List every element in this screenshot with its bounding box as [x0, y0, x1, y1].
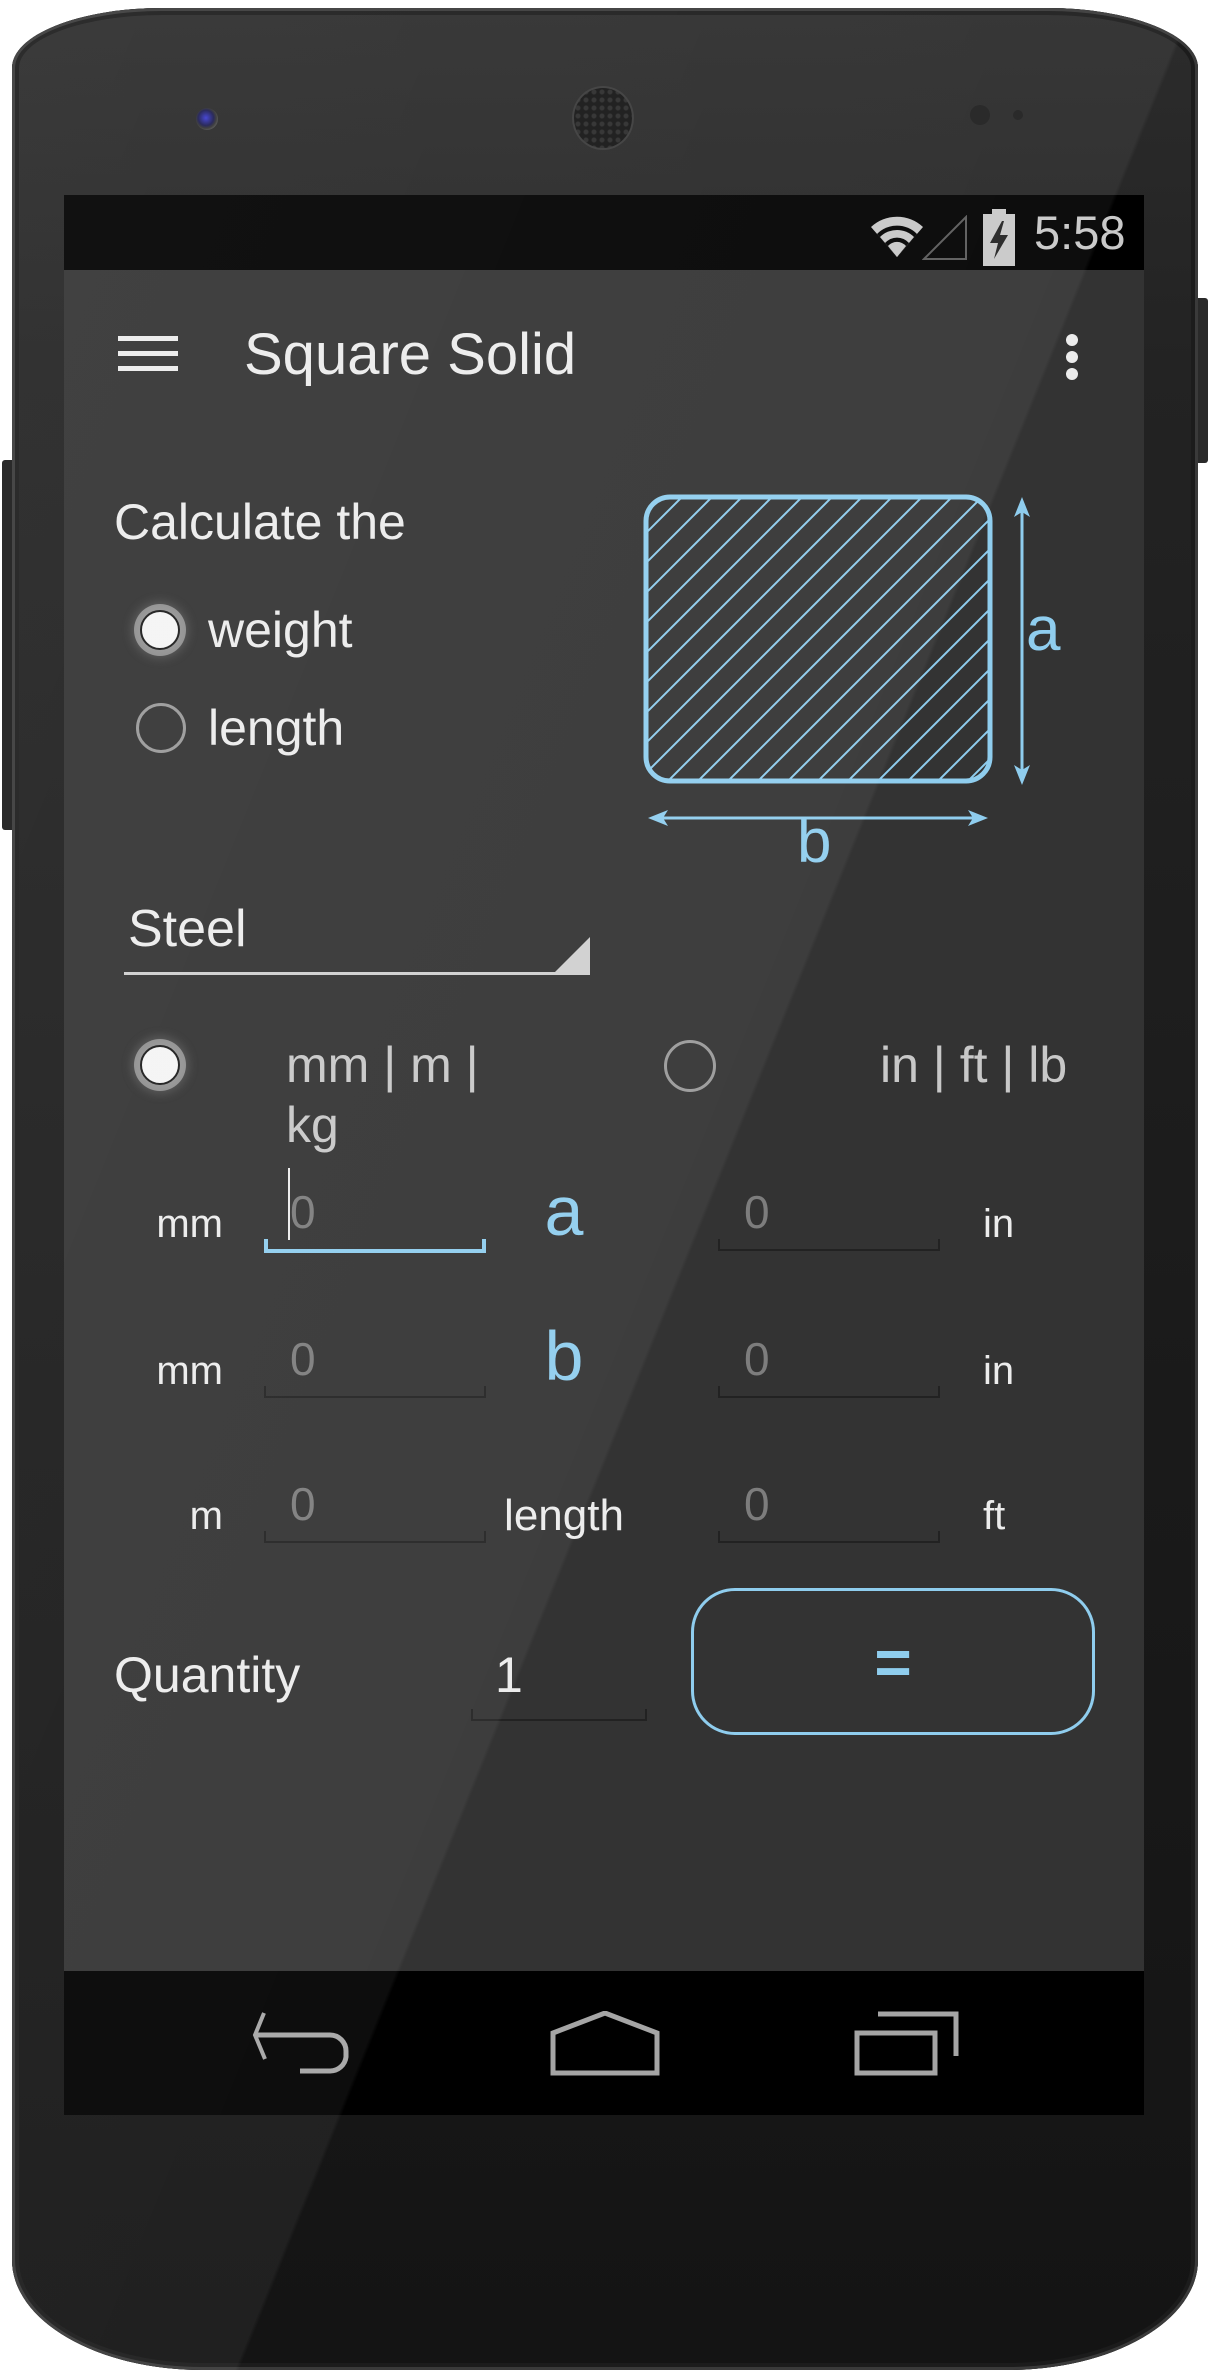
calculate-heading: Calculate the: [114, 494, 406, 550]
dimension-a-metric-input[interactable]: 0: [264, 1168, 486, 1255]
input-underline: [264, 1531, 486, 1543]
dimension-symbol: b: [544, 1317, 584, 1395]
dimension-b-imperial-input[interactable]: 0: [718, 1322, 940, 1402]
radio-imperial-label: in | ft | lb: [880, 1037, 1068, 1093]
dimension-symbol: a: [544, 1172, 584, 1250]
back-icon: [252, 2012, 349, 2074]
battery-charging-icon: [983, 209, 1015, 266]
right-unit-label: in: [983, 1202, 1015, 1246]
quantity-label: Quantity: [114, 1647, 301, 1703]
status-bar: 5:58: [64, 195, 1144, 270]
material-selected: Steel: [128, 900, 247, 958]
radio-button-unselected[interactable]: [136, 703, 186, 753]
input-underline: [718, 1239, 940, 1251]
left-unit-label: m: [189, 1494, 223, 1538]
overflow-menu-icon: [1066, 334, 1078, 380]
input-underline-focused: [264, 1239, 486, 1253]
radio-button-unselected[interactable]: [664, 1040, 716, 1092]
home-icon: [550, 2010, 660, 2076]
page-title: Square Solid: [244, 322, 577, 387]
length-metric-input[interactable]: 0: [264, 1467, 486, 1547]
proximity-sensor: [970, 105, 990, 125]
dimension-b-metric-input[interactable]: 0: [264, 1322, 486, 1402]
dropdown-triangle-icon: [553, 937, 590, 974]
cross-section-diagram: [643, 494, 1030, 826]
overflow-menu-button[interactable]: [1060, 332, 1084, 382]
home-button[interactable]: [550, 2010, 660, 2077]
light-sensor: [1013, 110, 1023, 120]
navigation-bar: [64, 1971, 1144, 2115]
radio-weight-label: weight: [208, 602, 353, 658]
spinner-underline: [124, 972, 590, 975]
action-bar: Square Solid: [64, 270, 1144, 438]
dimension-a-imperial-input[interactable]: 0: [718, 1175, 940, 1255]
radio-length[interactable]: length: [134, 698, 434, 758]
material-spinner[interactable]: Steel: [124, 885, 590, 975]
calculate-button[interactable]: =: [691, 1588, 1095, 1735]
radio-metric[interactable]: mm | m | kg: [134, 1035, 534, 1153]
right-unit-label: in: [983, 1349, 1015, 1393]
dimension-row-b: mm 0 b 0 in: [64, 1317, 1144, 1402]
quantity-value: 1: [495, 1647, 523, 1703]
radio-button-selected[interactable]: [140, 1045, 180, 1085]
radio-button-selected[interactable]: [140, 610, 180, 650]
diagram-label-a: a: [1026, 595, 1061, 664]
input-underline: [471, 1709, 647, 1721]
hamburger-icon: [118, 336, 178, 371]
radio-length-label: length: [208, 700, 345, 756]
dimension-symbol: length: [504, 1491, 624, 1540]
diagram-label-b: b: [797, 807, 832, 876]
dimension-row-a: mm 0 a 0 in: [64, 1168, 1144, 1255]
left-unit-label: mm: [156, 1349, 223, 1393]
left-unit-label: mm: [156, 1202, 223, 1246]
input-placeholder: 0: [744, 1333, 770, 1385]
input-placeholder: 0: [744, 1478, 770, 1530]
front-camera: [196, 108, 218, 130]
input-underline: [718, 1531, 940, 1543]
recents-button[interactable]: [854, 2011, 960, 2077]
input-underline: [718, 1386, 940, 1398]
wifi-icon: [871, 216, 923, 257]
earpiece-speaker: [574, 88, 632, 148]
radio-imperial[interactable]: in | ft | lb: [662, 1035, 1082, 1095]
input-placeholder: 0: [290, 1333, 316, 1385]
input-underline: [264, 1386, 486, 1398]
recents-icon: [854, 2011, 959, 2076]
radio-metric-label: mm | m | kg: [286, 1037, 479, 1153]
input-placeholder: 0: [290, 1186, 316, 1238]
equals-label: =: [874, 1625, 912, 1698]
quantity-input[interactable]: 1: [471, 1635, 647, 1723]
dimension-row-length: m 0 length 0 ft: [64, 1467, 1144, 1547]
input-placeholder: 0: [744, 1186, 770, 1238]
cell-signal-icon: [922, 215, 967, 260]
screen: 5:58 Square Solid Calculate the weight l…: [64, 195, 1144, 2115]
right-unit-label: ft: [983, 1494, 1006, 1538]
back-button[interactable]: [250, 2011, 354, 2077]
input-placeholder: 0: [290, 1478, 316, 1530]
radio-weight[interactable]: weight: [134, 600, 434, 660]
hamburger-menu-button[interactable]: [118, 336, 178, 372]
length-imperial-input[interactable]: 0: [718, 1467, 940, 1547]
status-time: 5:58: [1034, 206, 1126, 259]
